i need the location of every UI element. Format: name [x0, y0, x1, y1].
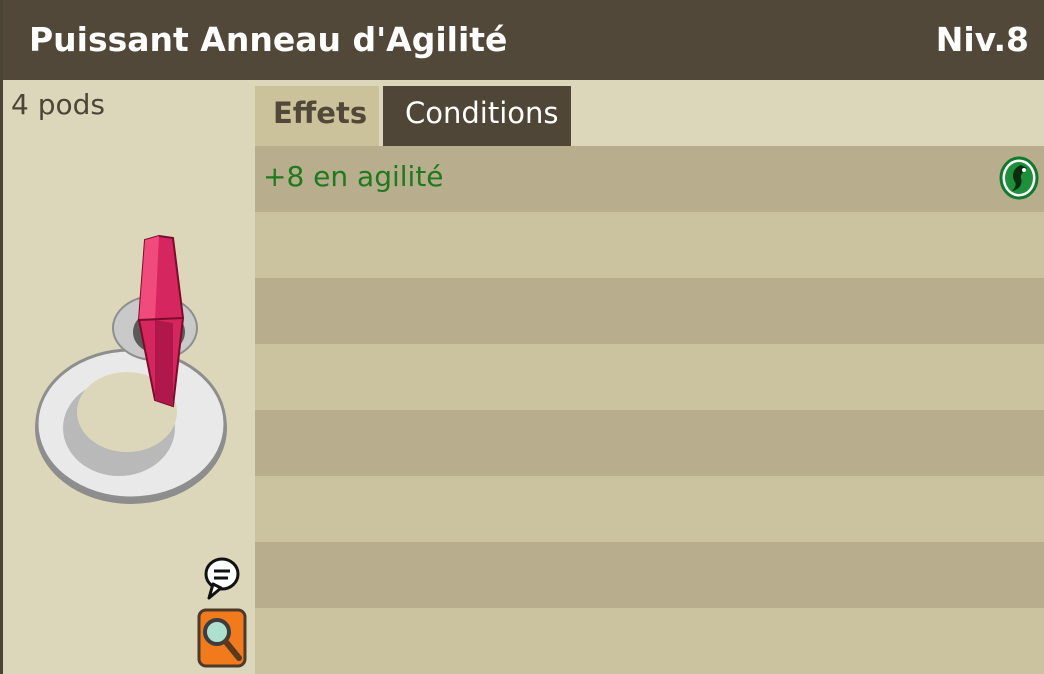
effect-row — [255, 608, 1044, 674]
item-details-pane: Effets Conditions +8 en agilité — [255, 80, 1044, 674]
item-header: Puissant Anneau d'Agilité Niv.8 — [3, 0, 1044, 80]
item-left-pane: 4 pods — [3, 80, 255, 674]
effects-list: +8 en agilité — [255, 146, 1044, 674]
item-name: Puissant Anneau d'Agilité — [29, 20, 508, 59]
effect-row — [255, 278, 1044, 344]
details-tabs: Effets Conditions — [255, 84, 1044, 148]
effect-row — [255, 476, 1044, 542]
effect-row — [255, 410, 1044, 476]
effect-row — [255, 542, 1044, 608]
item-weight: 4 pods — [11, 88, 105, 121]
effect-row — [255, 344, 1044, 410]
effect-row: +8 en agilité — [255, 146, 1044, 212]
speech-bubble-icon[interactable] — [203, 556, 241, 600]
item-tooltip-window: Puissant Anneau d'Agilité Niv.8 4 pods E… — [0, 0, 1044, 674]
ring-with-pink-crystal-icon — [35, 234, 227, 504]
effect-text: +8 en agilité — [263, 160, 444, 193]
tab-effects[interactable]: Effets — [255, 86, 379, 146]
item-level: Niv.8 — [935, 20, 1029, 59]
agility-element-icon — [999, 156, 1039, 200]
magnifier-icon[interactable] — [197, 608, 247, 668]
effect-row — [255, 212, 1044, 278]
tab-conditions[interactable]: Conditions — [383, 86, 571, 146]
